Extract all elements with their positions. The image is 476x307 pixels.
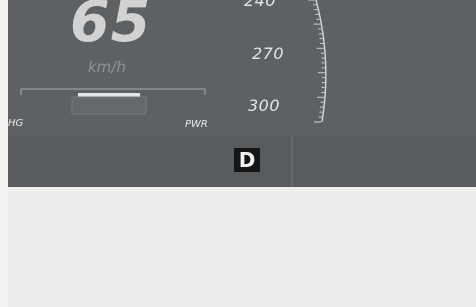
hybrid-system-gauge xyxy=(20,88,206,115)
hybrid-eco-zone xyxy=(71,96,147,115)
speed-readout: 65 xyxy=(70,0,152,55)
gear-position-indicator: D xyxy=(234,148,260,172)
speed-scale-tick-270: 270 xyxy=(252,44,285,63)
speedometer-dial-arc xyxy=(308,0,327,123)
hybrid-charge-label: HG xyxy=(8,118,24,129)
speed-scale-tick-240: 240 xyxy=(244,0,277,10)
panel-divider xyxy=(291,136,293,187)
hybrid-level-bar xyxy=(78,93,141,97)
speed-scale-tick-300: 300 xyxy=(248,96,281,115)
page-margin xyxy=(0,0,8,307)
speed-unit-label: km/h xyxy=(88,58,126,76)
instrument-cluster: 65 km/h HG PWR 240 270 300 D xyxy=(8,0,476,187)
hybrid-power-label: PWR xyxy=(185,119,208,130)
